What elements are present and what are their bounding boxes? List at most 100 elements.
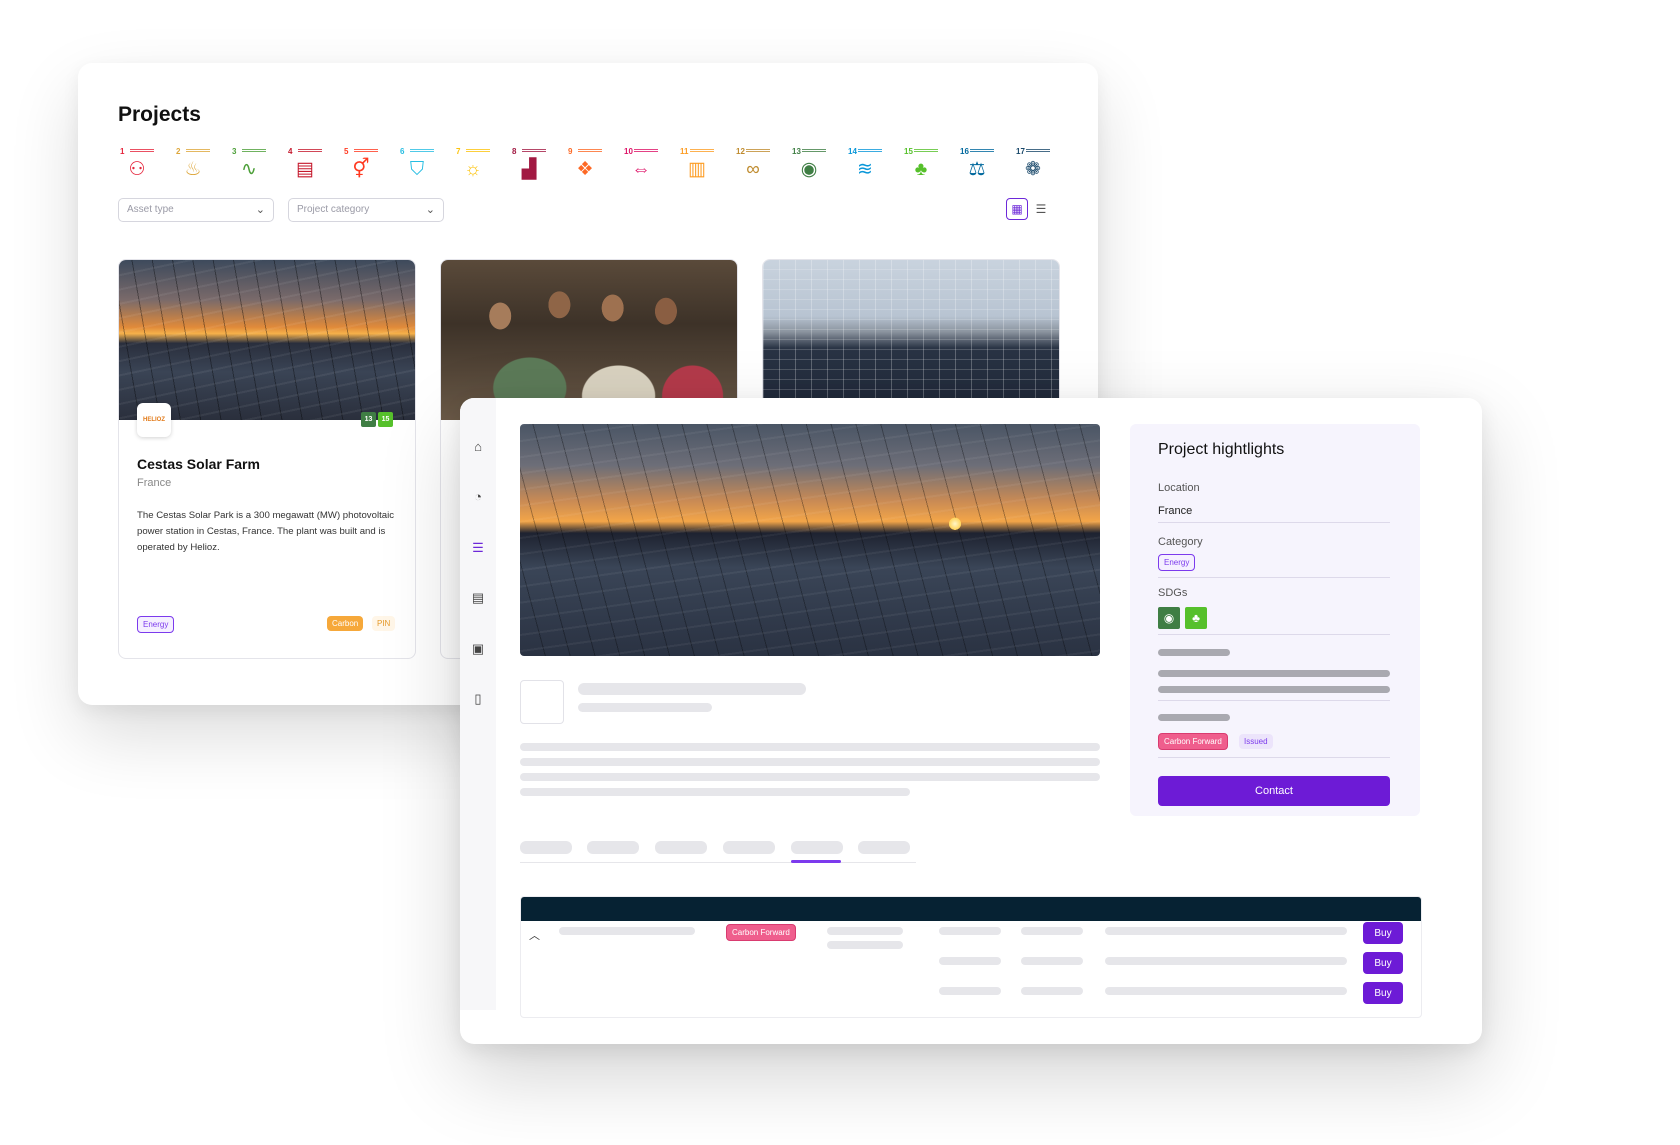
sdg-number: 15	[904, 147, 913, 156]
project-description: The Cestas Solar Park is a 300 megawatt …	[137, 510, 395, 553]
sdg-number: 13	[792, 147, 801, 156]
sdg-glyph: ◉	[800, 159, 818, 180]
sdg-1-icon[interactable]: 1 ⚇	[118, 147, 156, 185]
buy-button[interactable]: Buy	[1363, 982, 1403, 1004]
cell-skeleton	[827, 927, 903, 935]
sdg-number: 17	[1016, 147, 1025, 156]
table-header	[521, 897, 1421, 921]
subtitle-skeleton	[578, 703, 712, 712]
sdg-filter-row: 1 ⚇ 2 ♨ 3 ∿ 4 ▤ 5 ⚥ 6 ⛉ 7 ☼ 8 ▟ 9 ❖ 10 ⇔ 11 ▥ 12 ∞ 13 ◉ 14 ≋ 15 ♣ 16 ⚖ 1…	[118, 147, 1052, 185]
projects-list-icon[interactable]: ☰	[469, 539, 487, 557]
sdg-2-icon[interactable]: 2 ♨	[174, 147, 212, 185]
status-tag-issued: Issued	[1239, 734, 1273, 749]
sdg-number: 16	[960, 147, 969, 156]
sdg-16-icon[interactable]: 16 ⚖	[958, 147, 996, 185]
tab-skeleton[interactable]	[520, 841, 572, 854]
dashboard-icon[interactable]: ◔	[469, 488, 487, 506]
sdg-number: 1	[120, 147, 125, 156]
sdg-caption	[242, 148, 266, 152]
project-card[interactable]: HELIOZ 13 15 Cestas Solar Farm France Th…	[118, 259, 416, 659]
cell-skeleton	[1021, 987, 1083, 995]
logo-placeholder	[520, 680, 564, 724]
sdg-glyph: ❖	[576, 159, 594, 180]
cell-skeleton	[1105, 927, 1347, 935]
sdg-glyph: ▟	[521, 159, 537, 180]
sdg-glyph: ∞	[746, 159, 760, 180]
sdg-number: 6	[400, 147, 405, 156]
list-view-icon[interactable]: ☰	[1030, 198, 1052, 220]
divider	[1158, 577, 1390, 578]
page-title: Projects	[118, 103, 201, 126]
project-category-select[interactable]: Project category ⌄	[288, 198, 444, 222]
sdg-3-icon[interactable]: 3 ∿	[230, 147, 268, 185]
contact-button[interactable]: Contact	[1158, 776, 1390, 806]
tab-skeleton-active[interactable]	[791, 841, 843, 854]
sdg-15-icon[interactable]: 15 ♣	[902, 147, 940, 185]
tab-skeleton[interactable]	[723, 841, 775, 854]
grid-view-icon[interactable]: ▦	[1006, 198, 1028, 220]
sdg-11-icon[interactable]: 11 ▥	[678, 147, 716, 185]
sdg-9-icon[interactable]: 9 ❖	[566, 147, 604, 185]
cell-skeleton	[1105, 957, 1347, 965]
sdg-13-icon[interactable]: 13 ◉	[790, 147, 828, 185]
sdg-caption	[522, 148, 546, 152]
sdg-caption	[858, 148, 882, 152]
category-tag: Energy	[1158, 554, 1196, 571]
home-icon[interactable]: ⌂	[469, 438, 487, 456]
sdg-5-icon[interactable]: 5 ⚥	[342, 147, 380, 185]
divider	[1158, 757, 1390, 758]
sdg-8-icon[interactable]: 8 ▟	[510, 147, 548, 185]
asset-tag-pin: PIN	[372, 616, 396, 631]
chevron-down-icon: ⌄	[425, 204, 435, 216]
chevron-down-icon: ⌄	[255, 204, 265, 216]
project-image	[119, 260, 415, 420]
sdg-10-icon[interactable]: 10 ⇔	[622, 147, 660, 185]
sdg-number: 12	[736, 147, 745, 156]
tab-skeleton[interactable]	[587, 841, 639, 854]
sdg-number: 11	[680, 147, 689, 156]
cell-skeleton	[1105, 987, 1347, 995]
sdg-6-icon[interactable]: 6 ⛉	[398, 147, 436, 185]
active-tab-indicator	[791, 860, 841, 863]
text-skeleton	[520, 773, 1100, 781]
sdg-12-icon[interactable]: 12 ∞	[734, 147, 772, 185]
tab-skeleton[interactable]	[655, 841, 707, 854]
sdg-glyph: ⇔	[631, 159, 651, 180]
sdg-14-icon[interactable]: 14 ≋	[846, 147, 884, 185]
sdg-glyph: ☼	[464, 159, 482, 180]
sdg-caption	[1026, 148, 1050, 152]
chevron-up-icon[interactable]: ︿	[529, 927, 540, 943]
sdg-glyph: ▥	[688, 159, 706, 180]
cell-skeleton	[939, 987, 1001, 995]
portfolio-icon[interactable]: ▣	[469, 640, 487, 658]
sdg-15-icon: ♣	[1185, 607, 1207, 629]
sdg-number: 4	[288, 147, 293, 156]
sdgs-label: SDGs	[1158, 587, 1188, 599]
sdg-caption	[746, 148, 770, 152]
sdg-7-icon[interactable]: 7 ☼	[454, 147, 492, 185]
cell-skeleton	[559, 927, 695, 935]
text-skeleton	[520, 743, 1100, 751]
tab-skeleton[interactable]	[858, 841, 910, 854]
sdg-number: 5	[344, 147, 349, 156]
project-location: France	[137, 477, 172, 489]
sdg-badge: 13	[361, 412, 376, 427]
project-logo: HELIOZ	[137, 403, 171, 437]
document-icon[interactable]: ▯	[469, 690, 487, 708]
sdg-4-icon[interactable]: 4 ▤	[286, 147, 324, 185]
sdg-number: 3	[232, 147, 237, 156]
sdg-17-icon[interactable]: 17 ❁	[1014, 147, 1052, 185]
cell-skeleton	[827, 941, 903, 949]
sdg-13-icon: ◉	[1158, 607, 1180, 629]
category-label: Category	[1158, 536, 1203, 548]
value-skeleton	[1158, 670, 1390, 677]
project-hero-image	[520, 424, 1100, 656]
sdg-glyph: ⚇	[128, 159, 146, 180]
asset-tag-carbon: Carbon	[327, 616, 364, 631]
asset-type-select[interactable]: Asset type ⌄	[118, 198, 274, 222]
buy-button[interactable]: Buy	[1363, 922, 1403, 944]
status-tag-carbon-forward: Carbon Forward	[1158, 733, 1228, 750]
ledger-icon[interactable]: ▤	[469, 589, 487, 607]
sdg-glyph: ⚖	[968, 159, 986, 180]
buy-button[interactable]: Buy	[1363, 952, 1403, 974]
